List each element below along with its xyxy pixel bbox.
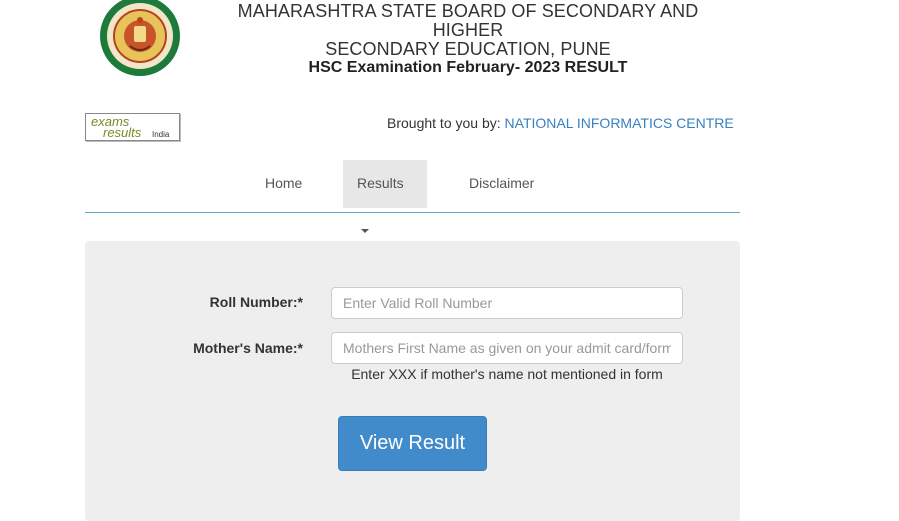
nav-disclaimer[interactable]: Disclaimer: [454, 160, 549, 208]
nav-home[interactable]: Home: [250, 160, 317, 208]
mother-label-wrap: Mother's Name:*: [85, 340, 303, 358]
exam-title: HSC Examination February- 2023 RESULT: [308, 59, 628, 76]
caret-down-icon: [361, 229, 369, 234]
board-title: MAHARASHTRA STATE BOARD OF SECONDARY AND…: [200, 2, 736, 59]
mother-name-input[interactable]: [331, 332, 683, 364]
nav-home-label: Home: [265, 175, 303, 191]
exams-logo-text-bottom: results: [103, 125, 142, 140]
view-result-button[interactable]: View Result: [338, 416, 487, 471]
mother-name-label: Mother's Name:*: [193, 340, 303, 356]
roll-number-label: Roll Number:*: [209, 294, 303, 310]
roll-label-wrap: Roll Number:*: [85, 294, 303, 312]
board-title-line1: MAHARASHTRA STATE BOARD OF SECONDARY AND…: [237, 1, 699, 40]
nav-disclaimer-label: Disclaimer: [469, 175, 535, 191]
exams-logo-suffix: India: [152, 130, 170, 139]
mother-name-hint: Enter XXX if mother's name not mentioned…: [351, 366, 663, 382]
brought-by: Brought to you by: NATIONAL INFORMATICS …: [387, 115, 734, 131]
main-nav: Home Results Disclaimer: [85, 160, 740, 234]
board-seal-logo: [98, 0, 182, 76]
exams-results-logo[interactable]: exams results India: [85, 113, 180, 141]
roll-number-input[interactable]: [331, 287, 683, 319]
nic-link[interactable]: NATIONAL INFORMATICS CENTRE: [505, 115, 734, 131]
nav-results-dropdown[interactable]: Results: [343, 160, 427, 234]
board-title-line2: SECONDARY EDUCATION, PUNE: [325, 39, 611, 59]
brought-by-prefix: Brought to you by:: [387, 115, 501, 131]
nav-results-label: Results: [357, 175, 404, 191]
